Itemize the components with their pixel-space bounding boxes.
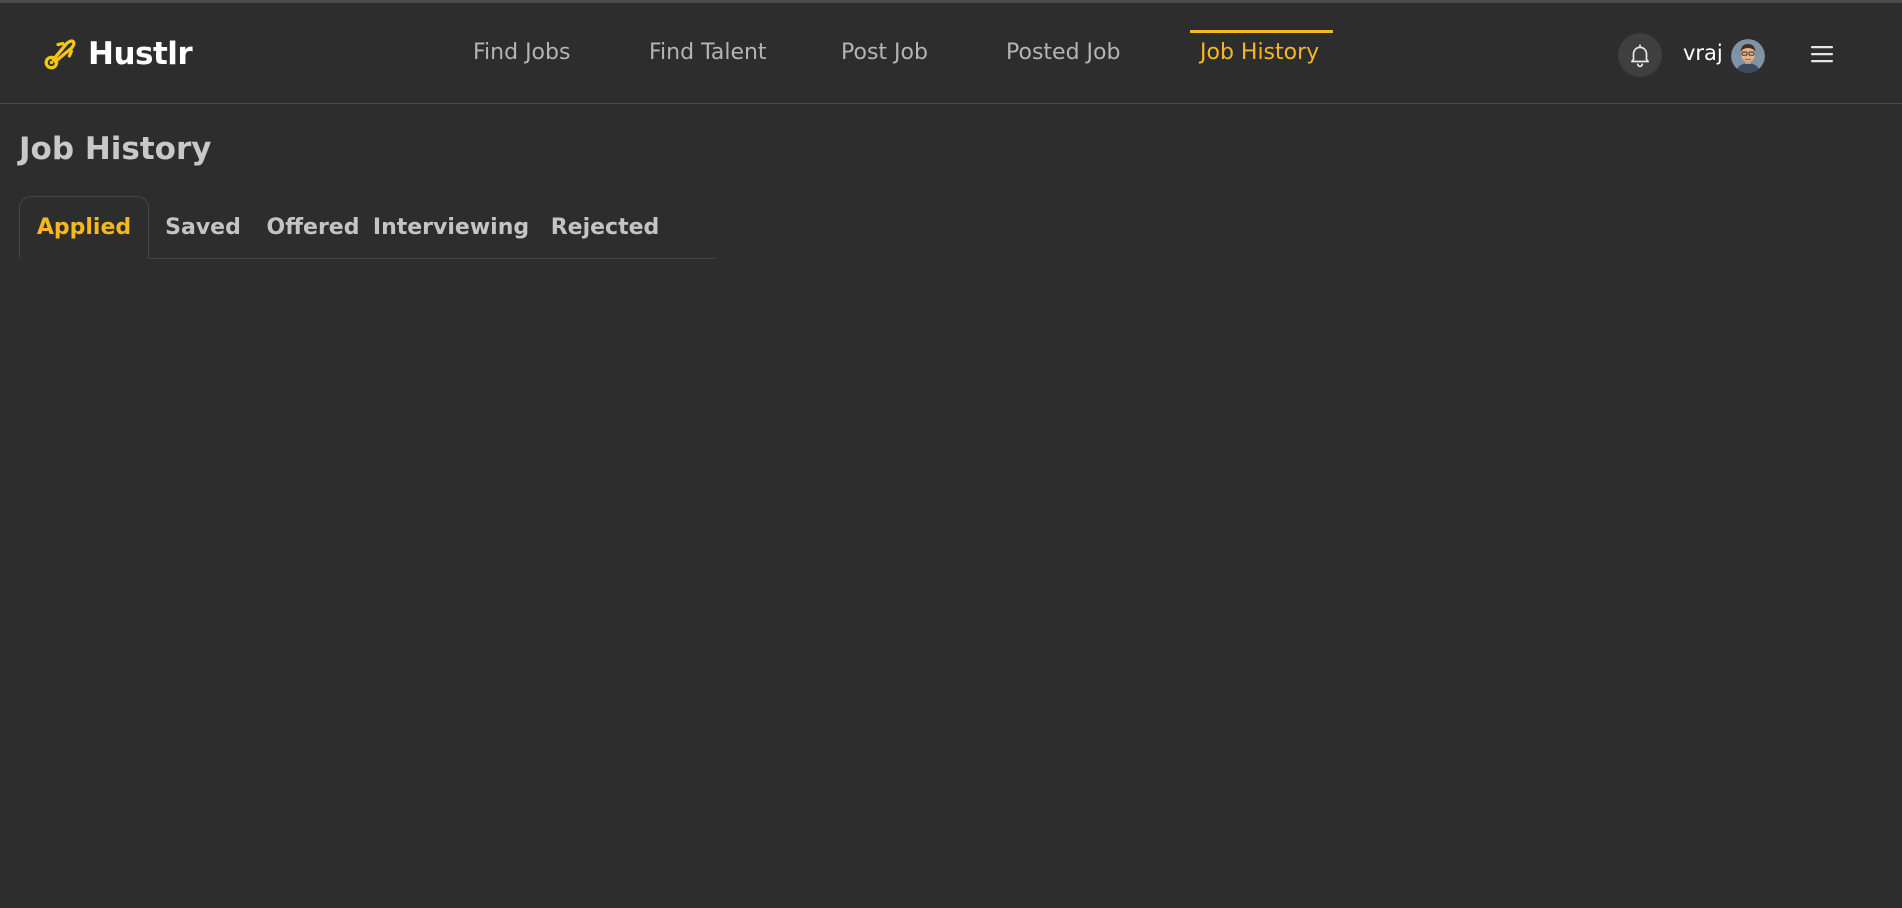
avatar[interactable] [1731, 39, 1765, 73]
notifications-button[interactable] [1618, 33, 1662, 77]
nav-find-talent[interactable]: Find Talent [649, 40, 767, 65]
user-avatar-icon [1731, 39, 1765, 73]
top-navbar: Hustlr Find Jobs Find Talent Post Job Po… [0, 3, 1902, 104]
nav-posted-job[interactable]: Posted Job [1006, 40, 1120, 65]
tab-saved[interactable]: Saved [149, 196, 257, 258]
page-title: Job History [19, 131, 212, 167]
nav-post-job[interactable]: Post Job [841, 40, 928, 65]
hamburger-menu-button[interactable] [1810, 43, 1834, 65]
bell-icon [1631, 44, 1649, 68]
active-nav-indicator [1190, 30, 1333, 33]
hamburger-menu-icon [1811, 46, 1833, 63]
main-nav: Find Jobs Find Talent Post Job Posted Jo… [0, 3, 1902, 104]
tab-interviewing[interactable]: Interviewing [369, 196, 533, 258]
job-history-tabs: Applied Saved Offered Interviewing Rejec… [19, 196, 716, 259]
user-name[interactable]: vraj [1683, 41, 1723, 65]
nav-find-jobs[interactable]: Find Jobs [473, 40, 570, 65]
tab-offered[interactable]: Offered [257, 196, 369, 258]
nav-job-history[interactable]: Job History [1200, 40, 1319, 65]
tab-applied[interactable]: Applied [19, 196, 149, 259]
tab-rejected[interactable]: Rejected [533, 196, 677, 258]
